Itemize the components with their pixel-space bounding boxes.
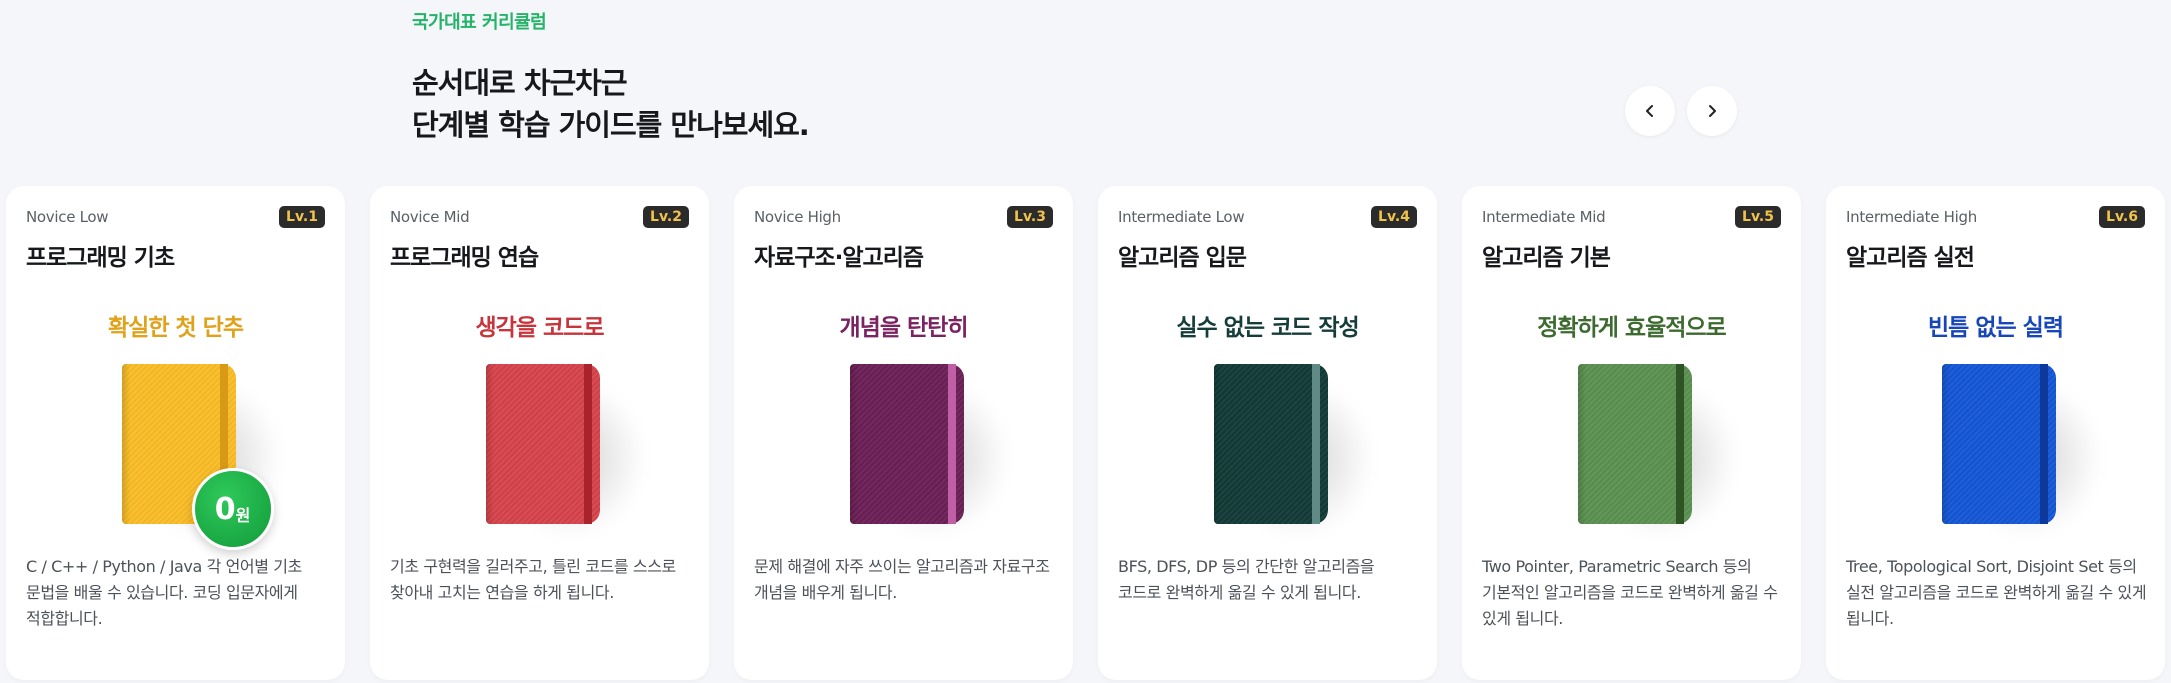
card-description: Two Pointer, Parametric Search 등의 기본적인 알…	[1482, 557, 1778, 628]
curriculum-card[interactable]: Novice High Lv.3 자료구조·알고리즘 개념을 탄탄히 문제 해결…	[734, 186, 1073, 680]
chevron-right-icon	[1709, 105, 1716, 117]
card-slogan: 생각을 코드로	[475, 315, 605, 341]
card-title: 알고리즘 입문	[1118, 245, 1247, 271]
book-band	[583, 364, 592, 524]
curriculum-card[interactable]: Intermediate Low Lv.4 알고리즘 입문 실수 없는 코드 작…	[1098, 186, 1437, 680]
card-slogan: 빈틈 없는 실력	[1928, 315, 2064, 341]
curriculum-card-list: Novice Low Lv.1 프로그래밍 기초 확실한 첫 단추 0원 C /…	[6, 186, 2165, 680]
book-cover	[1577, 364, 1692, 524]
section-headline: 순서대로 차근차근 단계별 학습 가이드를 만나보세요.	[412, 62, 810, 146]
card-description: Tree, Topological Sort, Disjoint Set 등의 …	[1846, 557, 2147, 628]
book-illustration	[1577, 364, 1738, 538]
card-slogan: 정확하게 효율적으로	[1537, 315, 1726, 341]
book-band	[2039, 364, 2048, 524]
card-description: C / C++ / Python / Java 각 언어별 기초 문법을 배울 …	[26, 557, 302, 628]
level-badge: Lv.5	[1735, 206, 1781, 228]
level-badge: Lv.4	[1371, 206, 1417, 228]
card-slogan: 확실한 첫 단추	[108, 315, 244, 341]
book-band	[1675, 364, 1684, 524]
curriculum-card[interactable]: Intermediate High Lv.6 알고리즘 실전 빈틈 없는 실력 …	[1826, 186, 2165, 680]
curriculum-header: 국가대표 커리큘럼 순서대로 차근차근 단계별 학습 가이드를 만나보세요.	[412, 8, 810, 146]
book-cover	[1213, 364, 1328, 524]
level-badge: Lv.3	[1007, 206, 1053, 228]
headline-line-1: 순서대로 차근차근	[412, 66, 628, 100]
level-badge: Lv.6	[2099, 206, 2145, 228]
card-title: 알고리즘 실전	[1846, 245, 1975, 271]
card-slogan: 실수 없는 코드 작성	[1176, 315, 1359, 341]
book-illustration	[485, 364, 646, 538]
chevron-left-icon	[1646, 105, 1653, 117]
card-description: BFS, DFS, DP 등의 간단한 알고리즘을 코드로 완벽하게 옮길 수 …	[1118, 557, 1375, 602]
next-button[interactable]	[1687, 86, 1737, 136]
price-badge: 0원	[191, 468, 274, 550]
book-illustration: 0원	[121, 364, 282, 550]
book-cover	[1941, 364, 2056, 524]
card-title: 알고리즘 기본	[1482, 245, 1611, 271]
card-title: 프로그래밍 연습	[390, 245, 539, 271]
card-description: 문제 해결에 자주 쓰이는 알고리즘과 자료구조 개념을 배우게 됩니다.	[754, 557, 1050, 602]
book-illustration	[1213, 364, 1374, 538]
prev-button[interactable]	[1625, 86, 1675, 136]
price-unit: 원	[235, 506, 251, 525]
level-badge: Lv.1	[279, 206, 325, 228]
card-title: 자료구조·알고리즘	[754, 245, 924, 271]
card-title: 프로그래밍 기초	[26, 245, 175, 271]
card-slogan: 개념을 탄탄히	[839, 315, 969, 341]
book-band	[947, 364, 956, 524]
book-illustration	[849, 364, 1010, 538]
curriculum-card[interactable]: Intermediate Mid Lv.5 알고리즘 기본 정확하게 효율적으로…	[1462, 186, 1801, 680]
book-cover	[485, 364, 600, 524]
section-eyebrow: 국가대표 커리큘럼	[412, 12, 547, 33]
level-badge: Lv.2	[643, 206, 689, 228]
book-cover	[849, 364, 964, 524]
curriculum-card[interactable]: Novice Mid Lv.2 프로그래밍 연습 생각을 코드로 기초 구현력을…	[370, 186, 709, 680]
headline-line-2: 단계별 학습 가이드를 만나보세요.	[412, 108, 810, 142]
card-description: 기초 구현력을 길러주고, 틀린 코드를 스스로 찾아내 고치는 연습을 하게 …	[390, 557, 676, 602]
book-band	[1311, 364, 1320, 524]
curriculum-card[interactable]: Novice Low Lv.1 프로그래밍 기초 확실한 첫 단추 0원 C /…	[6, 186, 345, 680]
price-amount: 0	[214, 491, 236, 527]
book-illustration	[1941, 364, 2102, 538]
